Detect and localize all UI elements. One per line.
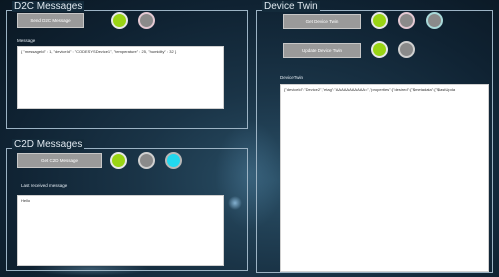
update-device-twin-button[interactable]: Update Device Twin [283,43,361,58]
twin-get-teal-indicator [426,12,443,29]
device-twin-textbox[interactable]: {"deviceId":"Device2","etag":"AAAAAAAAAA… [280,84,489,272]
c2d-status-gray-indicator [138,152,155,169]
get-device-twin-button[interactable]: Get Device Twin [283,14,361,29]
last-received-message-textbox[interactable]: Hello [17,195,224,266]
d2c-messages-group: D2C Messages Send D2C Message Message { … [6,1,248,129]
message-label: Message [17,38,36,43]
send-d2c-message-button[interactable]: Send D2C Message [17,13,84,28]
device-twin-group-title: Device Twin [262,1,320,12]
c2d-messages-group: C2D Messages Get C2D Message Last receiv… [6,139,248,271]
last-received-message-label: Last received message [21,183,68,188]
device-twin-group: Device Twin Get Device Twin Update Devic… [256,1,493,273]
twin-update-gray-indicator [398,41,415,58]
device-twin-label: DeviceTwin [280,75,304,80]
d2c-group-title: D2C Messages [12,1,85,12]
get-c2d-message-button[interactable]: Get C2D Message [17,153,102,168]
twin-get-gray-indicator [398,12,415,29]
c2d-status-cyan-indicator [165,152,182,169]
c2d-group-title: C2D Messages [12,139,85,150]
message-textbox[interactable]: { "messageId" : 1, "deviceId" : "CODESYS… [17,46,224,109]
twin-update-green-indicator [371,41,388,58]
twin-get-green-indicator [371,12,388,29]
d2c-status-green-indicator [111,12,128,29]
d2c-status-gray-indicator [138,12,155,29]
c2d-status-green-indicator [110,152,127,169]
